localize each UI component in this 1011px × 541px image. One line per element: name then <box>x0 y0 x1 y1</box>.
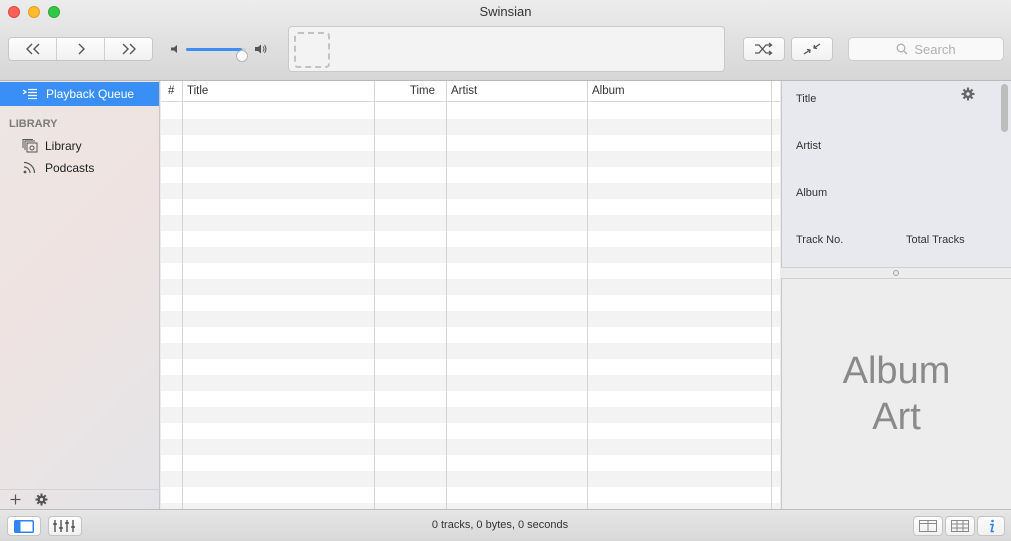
now-playing-display <box>288 26 725 72</box>
info-total-tracks-label: Total Tracks <box>906 234 965 246</box>
volume-slider-fill <box>186 48 243 51</box>
column-header-artist[interactable]: Artist <box>446 81 477 102</box>
column-header-number[interactable]: # <box>163 81 174 102</box>
sidebar-item-label: Library <box>45 139 82 153</box>
sidebar-item-podcasts[interactable]: Podcasts <box>0 156 159 180</box>
sidebar: Playback Queue LIBRARY Library Podcasts <box>0 81 160 509</box>
info-album-label: Album <box>796 187 828 199</box>
search-icon <box>896 43 908 55</box>
transport-controls <box>8 37 153 61</box>
grid-icon <box>951 520 969 532</box>
grid-view-button[interactable] <box>945 516 975 536</box>
volume-slider-knob[interactable] <box>236 50 249 62</box>
add-playlist-icon[interactable] <box>10 494 21 505</box>
podcast-icon <box>23 161 36 174</box>
column-browser-button[interactable] <box>913 516 943 536</box>
column-divider <box>771 81 772 509</box>
play-button[interactable] <box>57 38 105 60</box>
table-rows <box>161 103 780 509</box>
mini-player-button[interactable] <box>791 37 833 61</box>
album-art-panel: Album Art <box>781 279 1011 509</box>
shuffle-button[interactable] <box>743 37 785 61</box>
search-field[interactable]: Search <box>848 37 1004 61</box>
info-panel-button[interactable] <box>977 516 1005 536</box>
volume-low-icon <box>171 45 177 53</box>
column-divider <box>374 81 375 509</box>
table-header: # Title Time Artist Album <box>161 81 780 102</box>
sidebar-footer <box>0 489 160 509</box>
info-track-no-label: Track No. <box>796 234 844 246</box>
info-title-label: Title <box>796 93 817 105</box>
album-art-placeholder-line: Album <box>842 350 951 392</box>
info-panel-scrollbar[interactable] <box>1001 84 1008 132</box>
column-header-time[interactable]: Time <box>401 81 435 102</box>
collapse-arrows-icon <box>803 43 821 55</box>
next-track-button[interactable] <box>105 38 152 60</box>
shuffle-icon <box>755 42 773 56</box>
splitter-handle[interactable] <box>893 270 899 276</box>
sidebar-item-playback-queue[interactable]: Playback Queue <box>0 82 159 106</box>
fast-forward-icon <box>122 43 136 55</box>
volume-high-icon <box>255 44 267 54</box>
window-title: Swinsian <box>479 4 532 19</box>
play-icon <box>78 43 85 55</box>
info-icon <box>990 519 995 533</box>
library-icon <box>22 139 38 153</box>
rewind-icon <box>25 43 39 55</box>
sidebar-item-library[interactable]: Library <box>0 134 159 158</box>
library-summary: 0 tracks, 0 bytes, 0 seconds <box>431 519 569 531</box>
library-section-header: LIBRARY <box>9 118 58 130</box>
previous-track-button[interactable] <box>9 38 57 60</box>
column-divider <box>446 81 447 509</box>
search-placeholder: Search <box>914 41 956 57</box>
column-header-title[interactable]: Title <box>182 81 208 102</box>
now-playing-artwork <box>294 32 330 68</box>
volume-slider[interactable] <box>186 48 249 62</box>
column-header-album[interactable]: Album <box>587 81 625 102</box>
volume-control <box>170 41 270 62</box>
info-artist-label: Artist <box>796 140 822 152</box>
status-bar: 0 tracks, 0 bytes, 0 seconds <box>0 509 1011 541</box>
sidebar-item-label: Playback Queue <box>46 87 135 101</box>
track-table: # Title Time Artist Album <box>161 81 780 509</box>
gear-icon[interactable] <box>35 493 48 506</box>
track-info-panel: Title Artist Album Track No. Total Track… <box>781 81 1011 277</box>
sidebar-item-label: Podcasts <box>45 161 95 175</box>
album-art-placeholder: Album Art <box>817 348 977 440</box>
toolbar: Swinsian Search <box>0 0 1011 81</box>
album-art-placeholder-line: Art <box>872 396 921 438</box>
column-divider <box>587 81 588 509</box>
queue-icon <box>22 88 37 100</box>
panel-splitter[interactable] <box>781 267 1011 279</box>
gear-icon[interactable] <box>961 87 975 101</box>
split-view-icon <box>919 520 937 532</box>
column-divider <box>182 81 183 509</box>
